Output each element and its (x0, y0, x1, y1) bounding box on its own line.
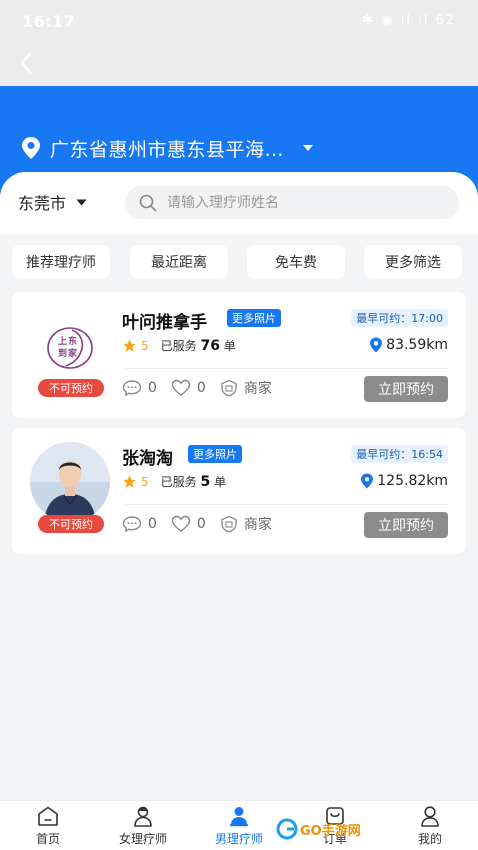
shop-icon (221, 379, 237, 397)
chip-nearest[interactable]: 最近距离 (130, 245, 228, 279)
like-count: 0 (196, 380, 206, 396)
back-button[interactable] (14, 48, 40, 78)
logo-char: 到 (58, 347, 67, 359)
served-count: 已服务 5 单 (161, 473, 226, 490)
distance-value: 125.82km (377, 473, 448, 489)
tab-male-therapist[interactable]: 男理疗师 (199, 805, 279, 849)
avatar (30, 442, 110, 522)
served-number: 5 (200, 474, 211, 490)
rating: 5 已服务 76 单 (122, 337, 236, 354)
rating: 5 已服务 5 单 (122, 473, 226, 490)
tab-profile[interactable]: 我的 (390, 805, 470, 849)
tab-label: 我的 (417, 832, 442, 846)
female-therapist-icon (134, 806, 152, 827)
city-label: 东莞市 (18, 194, 67, 213)
shop-label: 商家 (243, 381, 272, 397)
watermark-logo-icon (276, 818, 298, 840)
search-icon (139, 194, 157, 211)
location-pin-icon (361, 473, 374, 489)
more-photos-button[interactable]: 更多照片 (227, 309, 281, 327)
distance: 125.82km (360, 473, 448, 489)
divider (122, 504, 448, 505)
location-text: 广东省惠州市惠东县平海… (50, 138, 285, 161)
chip-free-fare[interactable]: 免车费 (247, 245, 345, 279)
logo-char: 家 (68, 347, 78, 359)
avatar: 上 东 到 家 (30, 306, 110, 386)
book-now-button[interactable]: 立即预约 (364, 512, 448, 538)
card-actions: 0 0 商家 (122, 514, 272, 534)
location-selector[interactable]: 广东省惠州市惠东县平海… (20, 132, 314, 164)
like-count: 0 (196, 516, 206, 532)
earliest-time-badge: 最早可约：16:54 (351, 445, 448, 463)
chevron-down-icon (76, 199, 87, 205)
header-top-bar: 16:17 ✱ ◉ ıl ıl 62 (0, 0, 478, 86)
location-pin-icon (22, 137, 40, 159)
more-photos-button[interactable]: 更多照片 (188, 445, 242, 463)
served-number: 76 (200, 338, 220, 354)
therapist-card[interactable]: 不可预约 张淘淘 更多照片 最早可约：16:54 5 已服务 5 单 125.8… (12, 428, 466, 554)
served-count: 已服务 76 单 (161, 337, 236, 354)
tab-female-therapist[interactable]: 女理疗师 (103, 805, 183, 849)
filter-top: 东莞市 (0, 172, 478, 234)
rating-score: 5 (141, 474, 149, 489)
chip-recommended[interactable]: 推荐理疗师 (12, 245, 110, 279)
filter-chips: 推荐理疗师 最近距离 免车费 更多筛选 (0, 245, 478, 279)
logo-char: 上 (58, 335, 67, 347)
home-icon (38, 806, 58, 826)
heart-icon[interactable] (171, 379, 191, 397)
tab-label: 男理疗师 (214, 832, 263, 846)
earliest-time-badge: 最早可约：17:00 (351, 309, 448, 327)
served-suffix: 单 (214, 475, 227, 489)
therapist-name: 张淘淘 (122, 449, 173, 469)
bottom-tab-bar: 首页 女理疗师 男理疗师 订单 我的 (0, 800, 478, 850)
chip-more-filters[interactable]: 更多筛选 (364, 245, 462, 279)
comment-count: 0 (148, 380, 157, 396)
card-actions: 0 0 商家 (122, 378, 272, 398)
served-prefix: 已服务 (160, 339, 197, 353)
served-suffix: 单 (223, 339, 236, 353)
therapist-photo (30, 442, 110, 522)
location-pin-icon (370, 337, 383, 353)
distance-value: 83.59km (386, 337, 448, 353)
distance: 83.59km (369, 337, 448, 353)
watermark-text: GO手游网 (300, 823, 361, 839)
city-selector[interactable]: 东莞市 (18, 190, 87, 214)
star-icon (123, 339, 136, 352)
divider (122, 368, 448, 369)
back-arrow-icon (20, 52, 32, 74)
therapist-name: 叶问推拿手 (122, 313, 207, 333)
search-box[interactable] (125, 186, 459, 219)
book-now-button[interactable]: 立即预约 (364, 376, 448, 402)
therapist-card[interactable]: 上 东 到 家 不可预约 叶问推拿手 更多照片 最早可约：17:00 5 已服务… (12, 292, 466, 418)
status-time: 16:17 (22, 12, 76, 31)
star-icon (123, 475, 136, 488)
served-prefix: 已服务 (160, 475, 197, 489)
brand-logo-avatar: 上 东 到 家 (30, 306, 110, 386)
watermark: GO手游网 (276, 816, 374, 842)
status-bar: 16:17 ✱ ◉ ıl ıl 62 (0, 0, 478, 44)
tab-home[interactable]: 首页 (8, 805, 88, 849)
dropdown-arrow-icon (303, 145, 314, 151)
status-icons: ✱ ◉ ıl ıl 62 (362, 13, 456, 28)
comment-count: 0 (148, 516, 157, 532)
shop-label: 商家 (243, 517, 272, 533)
tab-label: 首页 (35, 832, 60, 846)
comment-icon[interactable] (122, 379, 142, 397)
shop-icon (221, 515, 237, 533)
profile-icon (421, 806, 439, 827)
logo-char: 东 (68, 335, 77, 347)
rating-score: 5 (141, 338, 149, 353)
male-therapist-icon (230, 807, 248, 827)
heart-icon[interactable] (171, 515, 191, 533)
search-input[interactable] (167, 194, 437, 211)
comment-icon[interactable] (122, 515, 142, 533)
unavailable-badge: 不可预约 (38, 515, 104, 533)
tab-label: 女理疗师 (118, 832, 167, 846)
unavailable-badge: 不可预约 (38, 379, 104, 397)
